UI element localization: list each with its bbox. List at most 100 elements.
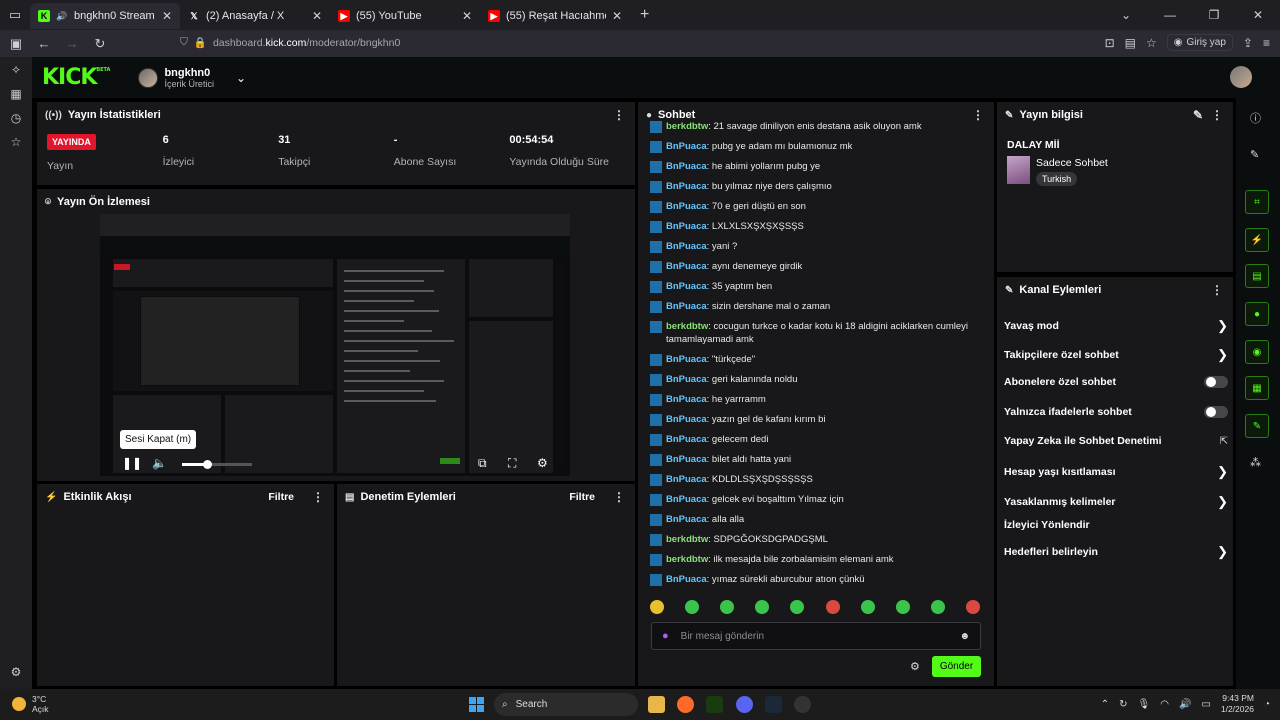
microphone-icon[interactable]: ● [662, 630, 669, 642]
apps-icon[interactable]: ⁂ [1250, 456, 1261, 469]
file-explorer-icon[interactable] [648, 696, 665, 713]
chat-username[interactable]: BnPuaca [666, 454, 707, 465]
chat-username[interactable]: BnPuaca [666, 394, 707, 405]
sync-icon[interactable]: ↻ [1119, 699, 1127, 710]
close-window-icon[interactable]: ✕ [1236, 8, 1280, 22]
chat-input[interactable]: ● Bir mesaj gönderin ☻ [651, 622, 981, 650]
notification-icon[interactable]: ◔ [1264, 699, 1270, 710]
bolt-icon[interactable]: ⚡ [1245, 228, 1269, 252]
chat-username[interactable]: BnPuaca [666, 201, 707, 212]
tab-overview-icon[interactable]: ▭ [0, 0, 30, 30]
fullscreen-icon[interactable]: ⛶ [508, 456, 516, 471]
history-icon[interactable]: ◷ [11, 111, 21, 125]
emote-icon[interactable] [930, 600, 945, 614]
channel-action-item[interactable]: Yapay Zeka ile Sohbet Denetimi ⇱ [1004, 435, 1228, 447]
chat-settings-icon[interactable]: ⚙ [910, 660, 920, 673]
more-options-icon[interactable]: ⋮ [1211, 108, 1223, 122]
chat-username[interactable]: BnPuaca [666, 414, 707, 425]
settings-icon[interactable]: ⚙ [11, 665, 22, 679]
tab-kick-dashboard[interactable]: K 🔊 bngkhn0 Stream - Kick Dash ✕ [30, 3, 180, 29]
chat-username[interactable]: BnPuaca [666, 574, 707, 585]
chevron-down-icon[interactable]: ⌄ [236, 71, 246, 85]
chat-username[interactable]: BnPuaca [666, 494, 707, 505]
pause-icon[interactable]: ❚❚ [122, 456, 142, 470]
library-icon[interactable]: ▦ [10, 87, 21, 101]
chat-username[interactable]: BnPuaca [666, 301, 707, 312]
chat-username[interactable]: BnPuaca [666, 354, 707, 365]
toggle-switch[interactable] [1204, 406, 1228, 418]
channel-action-item[interactable]: Yavaş mod ❯ [1004, 318, 1228, 334]
document-icon[interactable]: ▤ [1245, 264, 1269, 288]
kick-app-icon[interactable] [706, 696, 723, 713]
forward-icon[interactable]: → [60, 36, 84, 51]
firefox-icon[interactable] [677, 696, 694, 713]
chevron-right-icon[interactable]: ❯ [1217, 494, 1228, 510]
channel-action-item[interactable]: Hesap yaşı kısıtlaması ❯ [1004, 464, 1228, 480]
chat-username[interactable]: BnPuaca [666, 161, 707, 172]
kick-logo[interactable]: KICK BETA [42, 65, 110, 90]
emote-icon[interactable] [720, 600, 735, 614]
battery-icon[interactable]: ▭ [1201, 699, 1210, 710]
close-tab-icon[interactable]: ✕ [612, 9, 622, 23]
login-button[interactable]: ◉ Giriş yap [1166, 34, 1233, 51]
more-options-icon[interactable]: ⋮ [613, 490, 625, 504]
reload-icon[interactable]: ↻ [88, 36, 112, 52]
more-options-icon[interactable]: ⋮ [1211, 283, 1223, 297]
profile-avatar[interactable] [1230, 66, 1252, 88]
tab-x[interactable]: 𝕏 (2) Anasayfa / X ✕ [180, 3, 330, 29]
weather-widget[interactable]: 3°C Açık [12, 694, 49, 714]
emoji-icon[interactable]: ☻ [959, 631, 970, 642]
chat-username[interactable]: BnPuaca [666, 241, 707, 252]
star-icon[interactable]: ☆ [1146, 36, 1157, 50]
emote-icon[interactable] [860, 600, 875, 614]
ai-sparkle-icon[interactable]: ✧ [11, 63, 21, 77]
tab-youtube[interactable]: ▶ (55) YouTube ✕ [330, 3, 480, 29]
channel-action-item[interactable]: Hedefleri belirleyin ❯ [1004, 544, 1228, 560]
send-button[interactable]: Gönder [932, 656, 981, 677]
chat-username[interactable]: BnPuaca [666, 261, 707, 272]
discord-icon[interactable] [736, 696, 753, 713]
minimize-icon[interactable]: — [1148, 8, 1192, 22]
emote-icon[interactable] [825, 600, 840, 614]
taskbar-search[interactable]: ⌕ Search [494, 693, 638, 716]
sidebar-toggle-icon[interactable]: ▣ [4, 36, 28, 52]
emote-icon[interactable] [790, 600, 805, 614]
chat-username[interactable]: berkdbtw [666, 321, 708, 332]
chat-username[interactable]: BnPuaca [666, 434, 707, 445]
channel-action-item[interactable]: İzleyici Yönlendir [1004, 519, 1228, 531]
chevron-right-icon[interactable]: ❯ [1217, 318, 1228, 334]
obs-icon[interactable] [794, 696, 811, 713]
chevron-right-icon[interactable]: ❯ [1217, 544, 1228, 560]
extensions-icon[interactable]: ⇪ [1243, 36, 1253, 50]
wrench-icon[interactable]: ✎ [1245, 414, 1269, 438]
channel-action-item[interactable]: Abonelere özel sohbet [1004, 376, 1228, 388]
start-button[interactable] [469, 697, 484, 712]
info-icon[interactable]: ⓘ [1250, 110, 1261, 126]
new-tab-icon[interactable]: + [640, 6, 649, 24]
more-options-icon[interactable]: ⋮ [613, 108, 625, 122]
chat-username[interactable]: berkdbtw [666, 554, 708, 565]
edit-icon[interactable]: ✎ [1193, 108, 1203, 122]
chevron-right-icon[interactable]: ❯ [1217, 464, 1228, 480]
chat-username[interactable]: BnPuaca [666, 181, 707, 192]
close-tab-icon[interactable]: ✕ [312, 9, 322, 23]
back-icon[interactable]: ← [32, 36, 56, 51]
toggle-switch[interactable] [1204, 376, 1228, 388]
restore-icon[interactable]: ❐ [1192, 8, 1236, 22]
pen-icon[interactable]: ✎ [1250, 148, 1259, 161]
channel-action-item[interactable]: Yalnızca ifadelerle sohbet [1004, 406, 1228, 418]
scan-icon[interactable]: ⌗ [1245, 190, 1269, 214]
volume-icon[interactable]: 🔈 [152, 456, 167, 470]
bookmarks-icon[interactable]: ☆ [11, 135, 22, 149]
settings-icon[interactable]: ⚙ [537, 456, 548, 470]
chat-username[interactable]: BnPuaca [666, 281, 707, 292]
emote-icon[interactable] [755, 600, 770, 614]
chat-username[interactable]: berkdbtw [666, 121, 708, 132]
chat-username[interactable]: BnPuaca [666, 141, 707, 152]
chevron-right-icon[interactable]: ❯ [1217, 347, 1228, 363]
filter-button[interactable]: Filtre [268, 491, 294, 503]
tab-list-chevron-icon[interactable]: ⌄ [1104, 8, 1148, 22]
chevron-up-icon[interactable]: ⌃ [1101, 699, 1109, 710]
picture-icon[interactable]: ⊡ [1105, 36, 1115, 50]
pip-icon[interactable]: ⧉ [478, 456, 487, 471]
